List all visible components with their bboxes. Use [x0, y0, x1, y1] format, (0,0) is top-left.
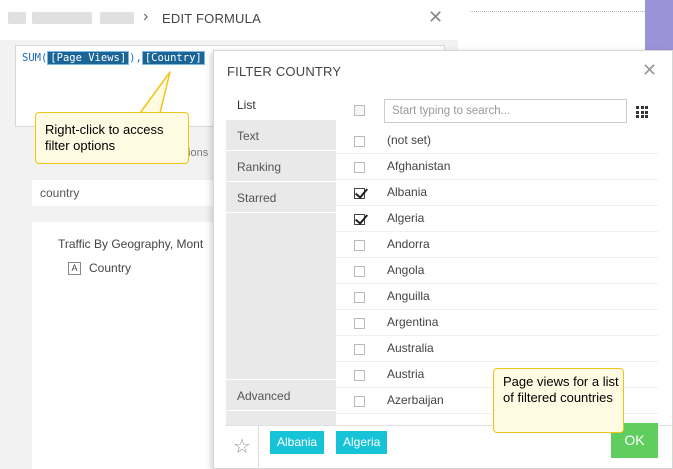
breadcrumb-blurred-3: [100, 12, 134, 24]
checkbox[interactable]: [354, 396, 365, 407]
tree-node-label: Country: [89, 261, 132, 275]
filter-close-icon[interactable]: ✕: [642, 61, 657, 79]
list-item[interactable]: Andorra: [336, 232, 658, 258]
list-item[interactable]: Anguilla: [336, 284, 658, 310]
country-name: Anguilla: [387, 289, 430, 303]
field-tree: Traffic By Geography, Mont A Country: [32, 222, 232, 469]
breadcrumb-separator-icon: ›: [143, 8, 149, 25]
checkbox[interactable]: [354, 370, 365, 381]
callout-page-views: Page views for a list of filtered countr…: [493, 368, 624, 433]
country-search-input[interactable]: Start typing to search...: [384, 99, 627, 123]
country-name: Angola: [387, 263, 425, 277]
country-name: Algeria: [387, 211, 425, 225]
star-icon[interactable]: ☆: [226, 426, 259, 469]
edit-formula-title: EDIT FORMULA: [162, 11, 261, 26]
checkbox[interactable]: [354, 214, 365, 225]
checkbox[interactable]: [354, 162, 365, 173]
formula-text[interactable]: SUM([Page Views]), [Country]: [22, 51, 205, 65]
checkbox[interactable]: [354, 344, 365, 355]
list-item[interactable]: Afghanistan: [336, 154, 658, 180]
breadcrumb-blurred-1: [8, 12, 26, 24]
tab-text[interactable]: Text: [226, 120, 336, 151]
list-item[interactable]: Argentina: [336, 310, 658, 336]
attribute-icon: A: [68, 261, 81, 275]
tree-group-title[interactable]: Traffic By Geography, Mont: [58, 237, 203, 251]
country-name: Andorra: [387, 237, 430, 251]
country-name: Austria: [387, 367, 425, 381]
checkbox[interactable]: [354, 292, 365, 303]
select-all-checkbox[interactable]: [354, 105, 365, 116]
callout-right-click: Right-click to access filter options: [35, 112, 189, 164]
tree-node-country[interactable]: A Country: [68, 261, 131, 275]
formula-token-country[interactable]: [Country]: [141, 51, 205, 65]
list-item[interactable]: Albania: [336, 180, 658, 206]
tab-starred[interactable]: Starred: [226, 182, 336, 213]
country-name: Albania: [387, 185, 428, 199]
country-name: Argentina: [387, 315, 439, 329]
filter-dialog-title: FILTER COUNTRY: [227, 64, 342, 79]
divider: [470, 11, 645, 12]
grid-options-icon[interactable]: [636, 106, 648, 118]
filter-tabs: List Text Ranking Starred Advanced: [226, 89, 336, 425]
list-item[interactable]: Australia: [336, 336, 658, 362]
formula-function: SUM(: [22, 52, 48, 64]
edit-formula-header: › EDIT FORMULA ✕: [0, 0, 458, 40]
edit-formula-close-icon[interactable]: ✕: [428, 8, 443, 26]
selected-chip-albania[interactable]: Albania: [270, 431, 325, 454]
formula-separator: ),: [129, 52, 142, 64]
country-name: (not set): [387, 133, 432, 147]
checkbox[interactable]: [354, 266, 365, 277]
tab-ranking[interactable]: Ranking: [226, 151, 336, 182]
tab-list[interactable]: List: [226, 89, 336, 120]
checkbox[interactable]: [354, 188, 365, 199]
list-item[interactable]: Algeria: [336, 206, 658, 232]
list-item[interactable]: Angola: [336, 258, 658, 284]
country-name: Afghanistan: [387, 159, 451, 173]
country-name: Australia: [387, 341, 434, 355]
formula-token-page-views[interactable]: [Page Views]: [47, 51, 130, 65]
country-name: Azerbaijan: [387, 393, 444, 407]
checkbox[interactable]: [354, 318, 365, 329]
breadcrumb-blurred-2: [32, 12, 92, 24]
checkbox[interactable]: [354, 240, 365, 251]
checkbox[interactable]: [354, 136, 365, 147]
selected-chip-algeria[interactable]: Algeria: [336, 431, 388, 454]
field-search-input[interactable]: country: [32, 180, 232, 206]
tab-advanced[interactable]: Advanced: [226, 379, 336, 411]
list-item[interactable]: (not set): [336, 128, 658, 154]
